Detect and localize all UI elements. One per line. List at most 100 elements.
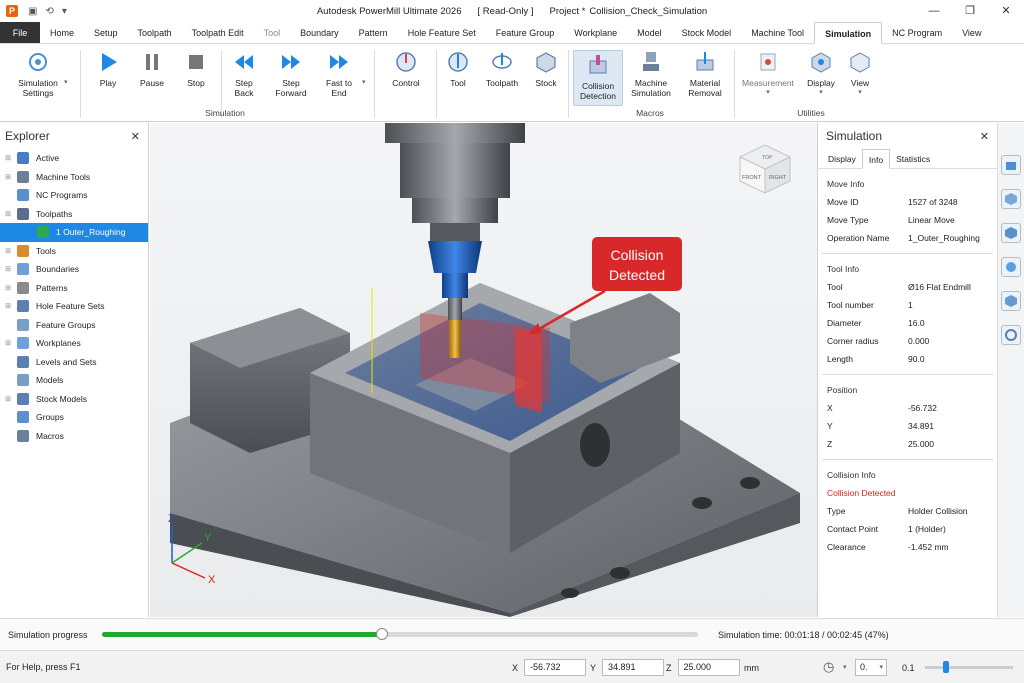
tree-item[interactable]: Models [0,371,148,390]
step-slider-track[interactable] [925,666,1013,669]
graphics-viewport[interactable]: Collision Detected TOP FRONT RIGHT Z Y X [150,123,817,617]
tree-item-label: Toolpaths [36,208,73,219]
file-tab[interactable]: File [0,22,40,43]
cube-top-label: TOP [762,155,773,161]
view-cube[interactable]: TOP FRONT RIGHT [738,144,792,194]
expand-icon[interactable]: ⊞ [3,339,13,347]
simulation-scene[interactable]: Collision Detected TOP FRONT RIGHT Z Y X [150,123,817,617]
collision-detection-button[interactable]: Collision Detection [573,50,623,106]
tree-item[interactable]: ⊞ Hole Feature Sets [0,297,148,316]
tree-item[interactable]: ⊞ Active [0,149,148,168]
tab-statistics[interactable]: Statistics [890,149,936,168]
tab-tool[interactable]: Tool [254,22,291,43]
tree-item[interactable]: NC Programs [0,186,148,205]
save-icon[interactable]: ▣ [28,6,37,17]
expand-icon[interactable]: ⊞ [3,173,13,181]
material-removal-button[interactable]: Material Removal [682,50,728,98]
play-button[interactable]: Play [90,50,126,88]
machine-simulation-button[interactable]: Machine Simulation [627,50,675,98]
tab-nc-program[interactable]: NC Program [882,22,952,43]
progress-slider-thumb[interactable] [376,628,389,640]
tab-pattern[interactable]: Pattern [349,22,398,43]
stock-view-icon[interactable] [1001,155,1021,175]
quick-access-menu-icon[interactable]: ▾ [62,6,67,17]
control-button[interactable]: Control [384,50,428,88]
tab-toolpath[interactable]: Toolpath [128,22,182,43]
collision-detection-icon [586,53,610,77]
clock-icon[interactable]: ◷ [823,659,834,675]
expand-icon[interactable]: ⊞ [3,302,13,310]
stop-icon [184,50,208,74]
tree-item[interactable]: Macros [0,427,148,446]
tree-item[interactable]: ⊞ Toolpaths [0,205,148,224]
tab-model[interactable]: Model [627,22,672,43]
tab-setup[interactable]: Setup [84,22,128,43]
tree-item[interactable]: ⊞ Machine Tools [0,168,148,187]
tab-info[interactable]: Info [861,149,891,169]
expand-icon[interactable]: ⊞ [3,284,13,292]
measurement-dropdown-icon[interactable]: ▾ [740,88,796,98]
display-button[interactable]: Display ▾ [802,50,840,98]
playback-dropdown-icon[interactable]: ▾ [362,78,366,86]
status-z-field[interactable]: 25.000 [677,659,740,676]
toolpath-view-icon[interactable] [1001,257,1021,277]
step-slider-thumb[interactable] [943,661,949,673]
view-dropdown-icon[interactable]: ▾ [844,88,876,98]
tree-item[interactable]: ⊞ Patterns [0,279,148,298]
toolpath-button[interactable]: Toolpath [482,50,522,88]
tree-item[interactable]: Feature Groups [0,316,148,335]
tab-feature-group[interactable]: Feature Group [486,22,565,43]
display-dropdown-icon[interactable]: ▾ [802,88,840,98]
workplane-view-icon[interactable] [1001,223,1021,243]
tolerance-field[interactable]: 0. ▾ [855,659,887,676]
maximize-button[interactable]: ❐ [952,0,988,22]
expand-icon[interactable]: ⊞ [3,247,13,255]
clock-dropdown-icon[interactable]: ▾ [843,663,847,671]
tab-stock-model[interactable]: Stock Model [672,22,742,43]
tab-home[interactable]: Home [40,22,84,43]
fast-to-end-button[interactable]: Fast to End [320,50,358,98]
expand-icon[interactable]: ⊞ [3,265,13,273]
tree-item[interactable]: Levels and Sets [0,353,148,372]
tab-toolpath-edit[interactable]: Toolpath Edit [182,22,254,43]
tab-view[interactable]: View [952,22,991,43]
pause-button[interactable]: Pause [134,50,170,88]
close-window-button[interactable]: ✕ [988,0,1024,22]
measurement-button[interactable]: Measurement ▾ [740,50,796,98]
expand-icon[interactable]: ⊞ [3,154,13,162]
close-icon[interactable]: ✕ [131,130,140,143]
undo-icon[interactable]: ⟲ [45,6,53,17]
settings-view-icon[interactable] [1001,325,1021,345]
stop-button[interactable]: Stop [178,50,214,88]
prop-row-tool-number: Tool number 1 [827,300,913,310]
step-forward-button[interactable]: Step Forward [270,50,312,98]
tab-workplane[interactable]: Workplane [564,22,627,43]
boundary-view-icon[interactable] [1001,291,1021,311]
close-icon[interactable]: ✕ [980,130,989,143]
tab-hole-feature-set[interactable]: Hole Feature Set [398,22,486,43]
minimize-button[interactable]: — [916,0,952,22]
prop-row-corner-radius: Corner radius 0.000 [827,336,930,346]
tree-item[interactable]: ⊞ Stock Models [0,390,148,409]
step-back-button[interactable]: Step Back [226,50,262,98]
tab-simulation[interactable]: Simulation [814,22,883,44]
view-button[interactable]: View ▾ [844,50,876,98]
tab-boundary[interactable]: Boundary [290,22,349,43]
tree-item[interactable]: ⊞ Tools [0,242,148,261]
tab-machine-tool[interactable]: Machine Tool [741,22,814,43]
expand-icon[interactable]: ⊞ [3,210,13,218]
tree-item[interactable]: ⊞ Workplanes [0,334,148,353]
simulation-settings-button[interactable]: Simulation Settings [10,50,66,98]
settings-dropdown-icon[interactable]: ▾ [64,78,68,86]
tree-item[interactable]: 1 Outer_Roughing [0,223,148,242]
status-y-field[interactable]: 34.891 [602,659,665,676]
progress-track[interactable] [102,628,698,640]
tree-item[interactable]: ⊞ Boundaries [0,260,148,279]
tool-button[interactable]: Tool [442,50,474,88]
status-x-field[interactable]: -56.732 [524,659,587,676]
stock-button[interactable]: Stock [530,50,562,88]
tab-display[interactable]: Display [822,149,862,168]
expand-icon[interactable]: ⊞ [3,395,13,403]
tree-item[interactable]: Groups [0,408,148,427]
model-view-icon[interactable] [1001,189,1021,209]
